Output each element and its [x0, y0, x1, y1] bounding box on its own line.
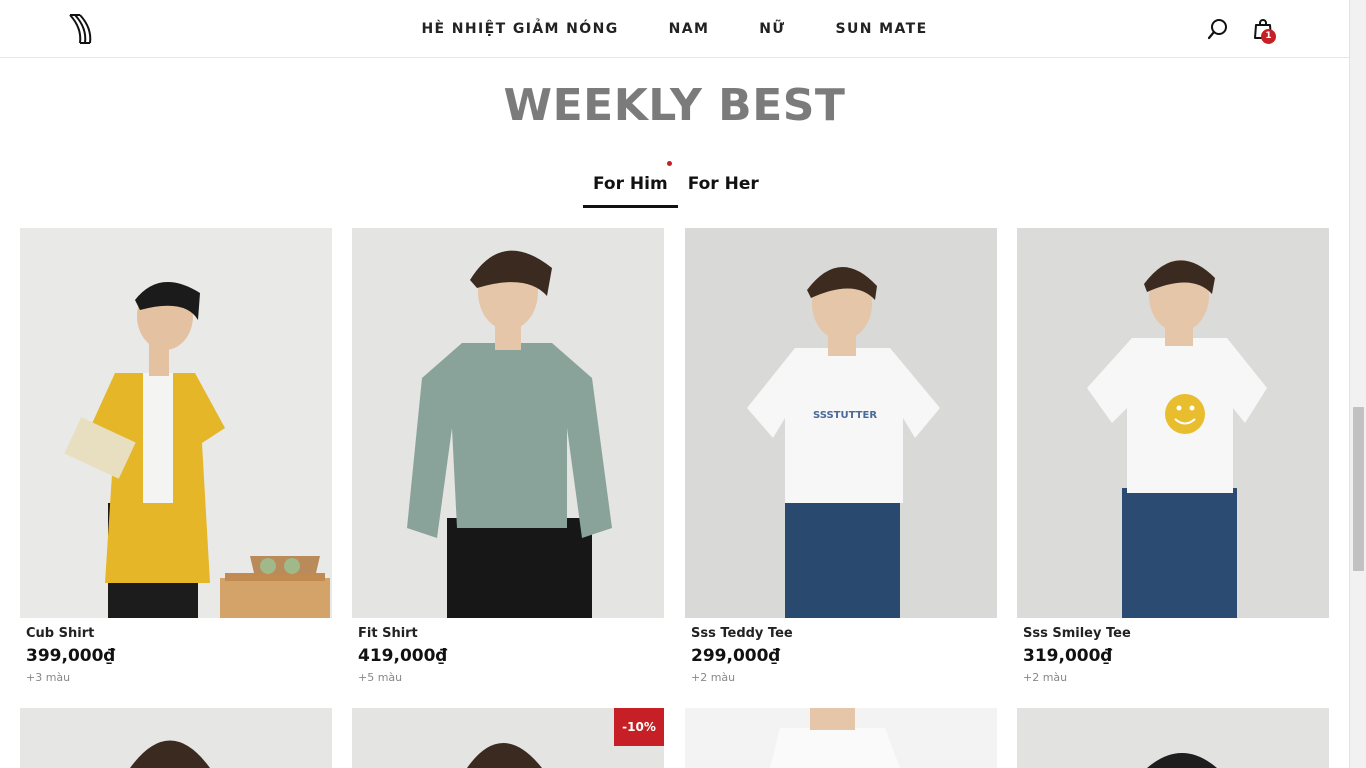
product-card[interactable]: SSSTUTTER Sss Teddy Tee 299,000₫ +2 màu [685, 228, 997, 684]
product-color-count: +2 màu [691, 671, 736, 684]
product-name[interactable]: Sss Smiley Tee [1017, 626, 1329, 641]
active-tab-dot [667, 161, 672, 166]
product-card[interactable]: -10% [352, 708, 664, 768]
gender-tabs: For Him For Her [583, 168, 769, 208]
product-card[interactable]: Fit Shirt 419,000₫ +5 màu [352, 228, 664, 684]
svg-text:SSSTUTTER: SSSTUTTER [813, 410, 877, 421]
product-image[interactable] [352, 228, 664, 618]
product-color-count: +5 màu [358, 671, 403, 684]
product-card[interactable] [20, 708, 332, 768]
product-card[interactable]: Cub Shirt 399,000₫ +3 màu [20, 228, 332, 684]
product-image[interactable] [20, 228, 332, 618]
product-image[interactable] [1017, 228, 1329, 618]
product-image[interactable] [20, 708, 332, 768]
scrollbar-thumb[interactable] [1353, 407, 1364, 571]
nav-item-sun-mate[interactable]: SUN MATE [811, 21, 953, 37]
product-image[interactable] [685, 708, 997, 768]
product-price: 399,000₫ [26, 646, 116, 666]
product-color-count: +3 màu [26, 671, 71, 684]
nav-item-women[interactable]: NỮ [734, 21, 810, 37]
product-image[interactable]: SSSTUTTER [685, 228, 997, 618]
page: HÈ NHIỆT GIẢM NÓNG NAM NỮ SUN MATE 1 WEE… [0, 0, 1366, 768]
product-name[interactable]: Fit Shirt [352, 626, 664, 641]
product-name[interactable]: Cub Shirt [20, 626, 332, 641]
tab-for-him[interactable]: For Him [583, 168, 678, 208]
main-nav: HÈ NHIỆT GIẢM NÓNG NAM NỮ SUN MATE [0, 0, 1349, 58]
section-title: WEEKLY BEST [503, 80, 846, 131]
product-price: 299,000₫ [691, 646, 781, 666]
product-card[interactable] [1017, 708, 1329, 768]
site-header: HÈ NHIỆT GIẢM NÓNG NAM NỮ SUN MATE 1 [0, 0, 1349, 58]
search-icon[interactable] [1206, 17, 1230, 41]
product-image[interactable]: -10% [352, 708, 664, 768]
discount-badge: -10% [614, 708, 664, 746]
product-name[interactable]: Sss Teddy Tee [685, 626, 997, 641]
cart-count-badge: 1 [1261, 29, 1276, 44]
page-scrollbar[interactable] [1349, 0, 1366, 768]
product-card[interactable]: Sss Smiley Tee 319,000₫ +2 màu [1017, 228, 1329, 684]
product-price: 319,000₫ [1023, 646, 1113, 666]
product-price: 419,000₫ [358, 646, 448, 666]
nav-item-men[interactable]: NAM [644, 21, 735, 37]
product-image[interactable] [1017, 708, 1329, 768]
product-card[interactable] [685, 708, 997, 768]
product-color-count: +2 màu [1023, 671, 1068, 684]
nav-item-summer[interactable]: HÈ NHIỆT GIẢM NÓNG [396, 21, 643, 37]
tab-for-her[interactable]: For Her [678, 168, 769, 208]
